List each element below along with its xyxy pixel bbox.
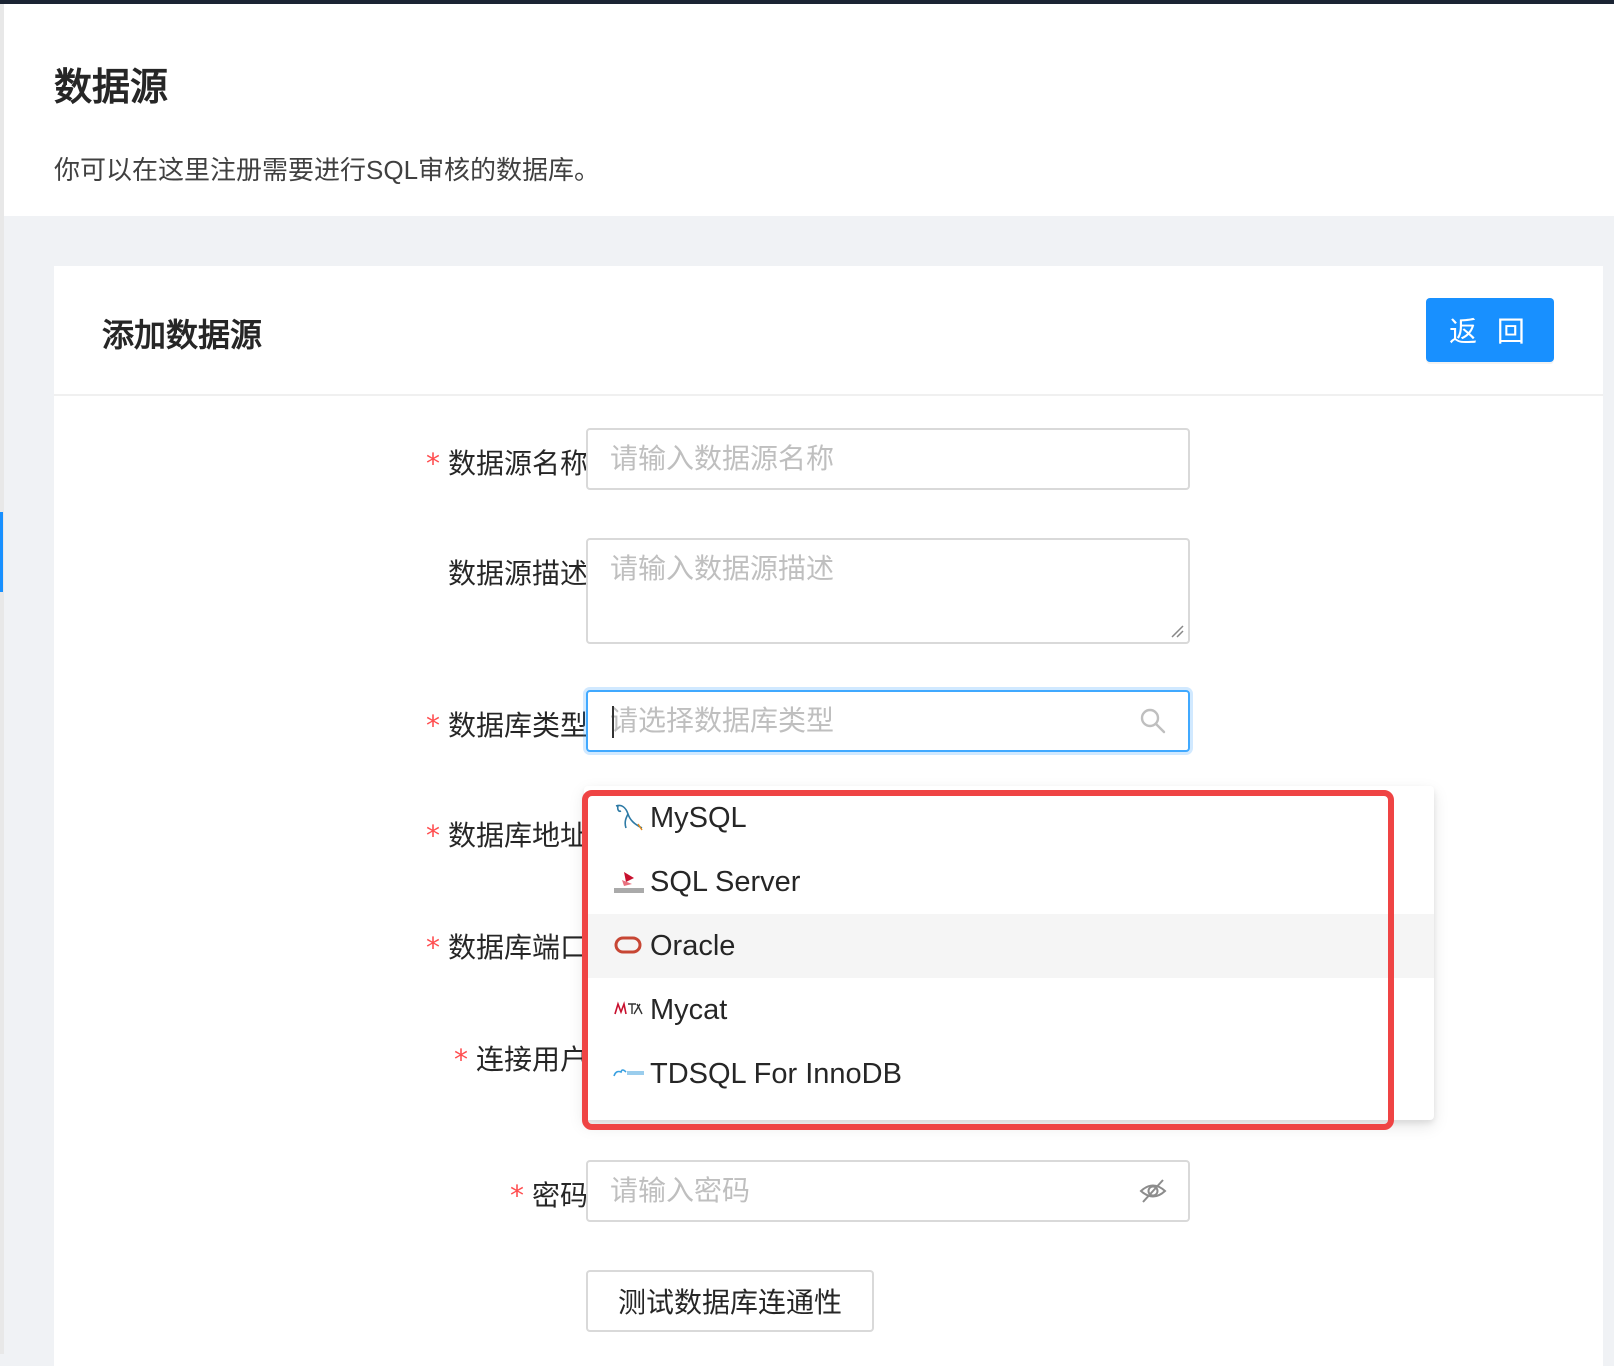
option-label: Mycat bbox=[650, 993, 728, 1026]
back-button[interactable]: 返 回 bbox=[1426, 298, 1554, 362]
option-mycat[interactable]: Mycat bbox=[584, 978, 1434, 1042]
text-caret bbox=[612, 706, 614, 738]
eye-invisible-icon[interactable] bbox=[1138, 1176, 1168, 1206]
search-icon bbox=[1140, 708, 1166, 734]
resize-handle-icon[interactable] bbox=[1170, 624, 1184, 638]
datasource-name-input[interactable]: 请输入数据源名称 bbox=[586, 428, 1190, 490]
db-type-select[interactable]: 请选择数据库类型 bbox=[586, 690, 1190, 752]
form-row-db-type: *数据库类型： 请选择数据库类型 bbox=[54, 690, 1603, 752]
sidebar-active-marker bbox=[0, 512, 3, 592]
option-oracle[interactable]: Oracle bbox=[584, 914, 1434, 978]
description-placeholder: 请输入数据源描述 bbox=[610, 553, 835, 584]
form-row-password: *密码： 请输入密码 bbox=[54, 1160, 1603, 1222]
password-input[interactable]: 请输入密码 bbox=[586, 1160, 1190, 1222]
card-title: 添加数据源 bbox=[102, 317, 263, 353]
page-description: 你可以在这里注册需要进行SQL审核的数据库。 bbox=[54, 155, 601, 185]
mysql-icon bbox=[615, 804, 643, 831]
page-title: 数据源 bbox=[54, 67, 169, 109]
option-label: MySQL bbox=[650, 801, 747, 834]
db-type-dropdown: MySQL SQL Server Oracle Mycat TDSQL For … bbox=[584, 786, 1434, 1120]
db-type-placeholder: 请选择数据库类型 bbox=[610, 705, 835, 736]
form-row-name: *数据源名称： 请输入数据源名称 bbox=[54, 428, 1603, 490]
option-tdsql[interactable]: TDSQL For InnoDB bbox=[584, 1042, 1434, 1106]
form-row-description: 数据源描述： 请输入数据源描述 bbox=[54, 538, 1603, 644]
option-mysql[interactable]: MySQL bbox=[584, 786, 1434, 850]
option-label: TDSQL For InnoDB bbox=[650, 1057, 902, 1090]
tdsql-icon bbox=[613, 1069, 644, 1077]
option-label: SQL Server bbox=[650, 865, 801, 898]
card-header: 添加数据源 返 回 bbox=[54, 266, 1603, 396]
oracle-icon bbox=[614, 936, 642, 954]
option-label: Oracle bbox=[650, 929, 736, 962]
mycat-icon bbox=[614, 1001, 643, 1015]
required-mark: * bbox=[425, 447, 440, 480]
test-connection-button[interactable]: 测试数据库连通性 bbox=[586, 1270, 874, 1332]
password-placeholder: 请输入密码 bbox=[610, 1175, 751, 1206]
datasource-description-textarea[interactable]: 请输入数据源描述 bbox=[586, 538, 1190, 644]
option-sqlserver[interactable]: SQL Server bbox=[584, 850, 1434, 914]
page-header: 数据源 你可以在这里注册需要进行SQL审核的数据库。 bbox=[4, 4, 1614, 216]
sqlserver-icon bbox=[614, 872, 644, 893]
